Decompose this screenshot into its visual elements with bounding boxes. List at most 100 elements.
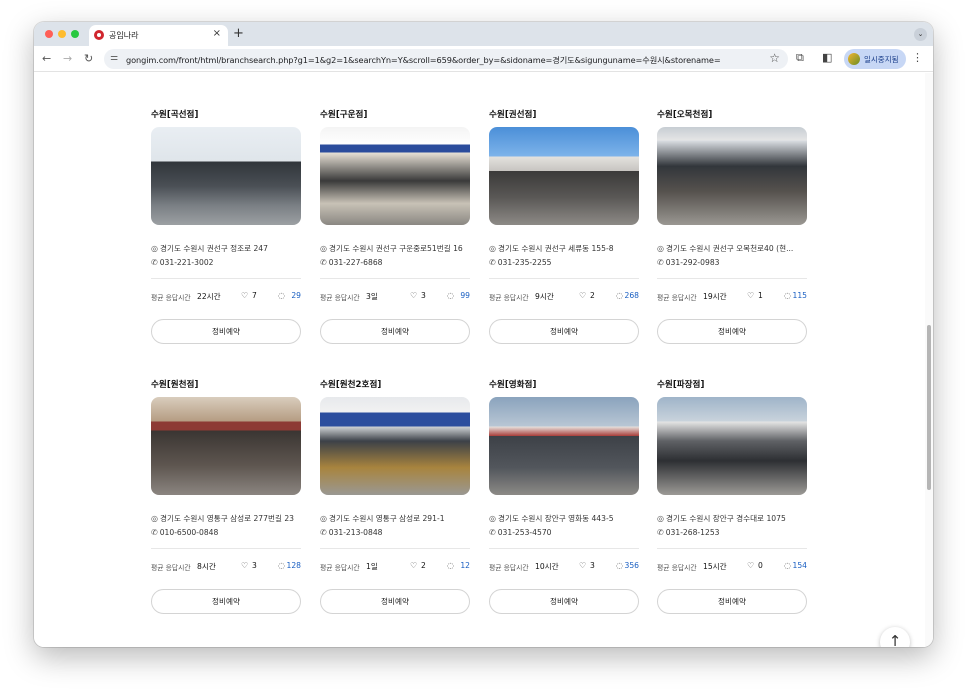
- reserve-button[interactable]: 정비예약: [320, 589, 470, 614]
- url-text[interactable]: gongim.com/front/html/branchsearch.php?g…: [126, 54, 721, 66]
- branch-phone: ✆ 031-292-0983: [657, 258, 720, 267]
- scroll-to-top-button[interactable]: ↑: [880, 627, 910, 647]
- divider: [320, 278, 470, 279]
- comment-icon: ◌: [616, 561, 623, 570]
- branch-photo[interactable]: [657, 397, 807, 495]
- avg-response-value: 1일: [366, 562, 378, 571]
- avg-response-value: 22시간: [197, 292, 221, 301]
- tab-bar: 공임나라 × + ⌄: [34, 22, 933, 46]
- reviews-count[interactable]: 356: [625, 561, 640, 570]
- reviews-count[interactable]: 12: [460, 561, 470, 570]
- tab-search-icon[interactable]: ⌄: [914, 28, 927, 41]
- divider: [151, 278, 301, 279]
- phone-icon: ✆: [320, 258, 327, 267]
- scrollbar-thumb[interactable]: [927, 325, 931, 490]
- branch-photo[interactable]: [151, 127, 301, 225]
- branch-stats: 평균 응답시간 19시간 ♡ 1 ◌ 115: [657, 291, 807, 303]
- branch-photo[interactable]: [657, 127, 807, 225]
- branch-name[interactable]: 수원[원천점]: [151, 378, 198, 390]
- branch-card: 수원[파장점] ◎ 경기도 수원시 장안구 경수대로 1075 ✆ 031-268-…: [657, 378, 807, 618]
- new-tab-button[interactable]: +: [233, 26, 244, 41]
- branch-address: ◎ 경기도 수원시 권선구 세류동 155-8: [489, 244, 614, 253]
- zoom-window-button[interactable]: [71, 30, 79, 38]
- branch-address: ◎ 경기도 수원시 영통구 삼성로 277번길 23: [151, 514, 295, 523]
- avg-response-label: 평균 응답시간: [489, 564, 529, 572]
- reload-icon[interactable]: ↻: [84, 52, 93, 65]
- likes-count: 7: [252, 291, 257, 300]
- reserve-button[interactable]: 정비예약: [657, 319, 807, 344]
- reviews-count[interactable]: 115: [793, 291, 808, 300]
- branch-photo[interactable]: [151, 397, 301, 495]
- avg-response-label: 평균 응답시간: [489, 294, 529, 302]
- reviews-count[interactable]: 29: [291, 291, 301, 300]
- forward-arrow-icon[interactable]: →: [63, 52, 72, 65]
- avg-response-value: 15시간: [703, 562, 727, 571]
- branch-address: ◎ 경기도 수원시 권선구 오목천로40 (현...: [657, 244, 794, 253]
- reserve-button[interactable]: 정비예약: [151, 589, 301, 614]
- reviews-count[interactable]: 268: [625, 291, 640, 300]
- branch-photo[interactable]: [320, 397, 470, 495]
- likes-count: 2: [590, 291, 595, 300]
- location-pin-icon: ◎: [657, 244, 664, 253]
- reviews-count[interactable]: 128: [287, 561, 302, 570]
- tab-title: 공임나라: [109, 31, 139, 40]
- reviews-count[interactable]: 99: [460, 291, 470, 300]
- location-pin-icon: ◎: [489, 514, 496, 523]
- reserve-button[interactable]: 정비예약: [489, 589, 639, 614]
- extensions-icon[interactable]: ⧉: [796, 51, 804, 65]
- branch-address: ◎ 경기도 수원시 권선구 구운중로51번길 16: [320, 244, 463, 253]
- address-bar[interactable]: ⚌ gongim.com/front/html/branchsearch.php…: [104, 49, 788, 69]
- comment-icon: ◌: [278, 561, 285, 570]
- avg-response-label: 평균 응답시간: [151, 294, 191, 302]
- likes-count: 3: [590, 561, 595, 570]
- thumbs-up-icon: ♡: [579, 561, 587, 570]
- avg-response-label: 평균 응답시간: [151, 564, 191, 572]
- profile-button[interactable]: 일시중지됨: [844, 49, 906, 69]
- reviews-count[interactable]: 154: [793, 561, 808, 570]
- reserve-button[interactable]: 정비예약: [151, 319, 301, 344]
- divider: [657, 548, 807, 549]
- side-panel-icon[interactable]: ◧: [822, 51, 832, 64]
- menu-icon[interactable]: ⋮: [912, 51, 923, 64]
- divider: [657, 278, 807, 279]
- site-settings-icon[interactable]: ⚌: [110, 53, 118, 63]
- page-viewport: 수원[곡선점] ◎ 경기도 수원시 권선구 정조로 247 ✆ 031-221-30…: [34, 73, 933, 647]
- branch-photo[interactable]: [320, 127, 470, 225]
- branch-name[interactable]: 수원[원천2호점]: [320, 378, 381, 390]
- avg-response-label: 평균 응답시간: [320, 564, 360, 572]
- branch-name[interactable]: 수원[파장점]: [657, 378, 704, 390]
- minimize-window-button[interactable]: [58, 30, 66, 38]
- close-window-button[interactable]: [45, 30, 53, 38]
- divider: [320, 548, 470, 549]
- branch-card: 수원[권선점] ◎ 경기도 수원시 권선구 세류동 155-8 ✆ 031-235-…: [489, 108, 639, 348]
- branch-card: 수원[영화점] ◎ 경기도 수원시 장안구 영화동 443-5 ✆ 031-253-…: [489, 378, 639, 618]
- location-pin-icon: ◎: [320, 244, 327, 253]
- reserve-button[interactable]: 정비예약: [320, 319, 470, 344]
- branch-photo[interactable]: [489, 397, 639, 495]
- branch-stats: 평균 응답시간 9시간 ♡ 2 ◌ 268: [489, 291, 639, 303]
- branch-phone: ✆ 031-268-1253: [657, 528, 720, 537]
- back-arrow-icon[interactable]: ←: [42, 52, 51, 65]
- reserve-button[interactable]: 정비예약: [489, 319, 639, 344]
- branch-name[interactable]: 수원[영화점]: [489, 378, 536, 390]
- phone-icon: ✆: [489, 528, 496, 537]
- branch-stats: 평균 응답시간 3일 ♡ 3 ◌ 99: [320, 291, 470, 303]
- browser-tab[interactable]: 공임나라 ×: [89, 25, 228, 46]
- thumbs-up-icon: ♡: [410, 291, 418, 300]
- branch-name[interactable]: 수원[오목천점]: [657, 108, 712, 120]
- branch-card: 수원[구운점] ◎ 경기도 수원시 권선구 구운중로51번길 16 ✆ 031-22…: [320, 108, 470, 348]
- phone-icon: ✆: [657, 528, 664, 537]
- branch-name[interactable]: 수원[권선점]: [489, 108, 536, 120]
- avg-response-value: 9시간: [535, 292, 554, 301]
- branch-phone: ✆ 031-235-2255: [489, 258, 552, 267]
- location-pin-icon: ◎: [151, 244, 158, 253]
- reserve-button[interactable]: 정비예약: [657, 589, 807, 614]
- branch-photo[interactable]: [489, 127, 639, 225]
- comment-icon: ◌: [616, 291, 623, 300]
- bookmark-star-icon[interactable]: ☆: [769, 51, 780, 65]
- branch-name[interactable]: 수원[곡선점]: [151, 108, 198, 120]
- branch-name[interactable]: 수원[구운점]: [320, 108, 367, 120]
- tab-close-icon[interactable]: ×: [213, 28, 221, 39]
- scrollbar[interactable]: [925, 73, 933, 647]
- avg-response-value: 19시간: [703, 292, 727, 301]
